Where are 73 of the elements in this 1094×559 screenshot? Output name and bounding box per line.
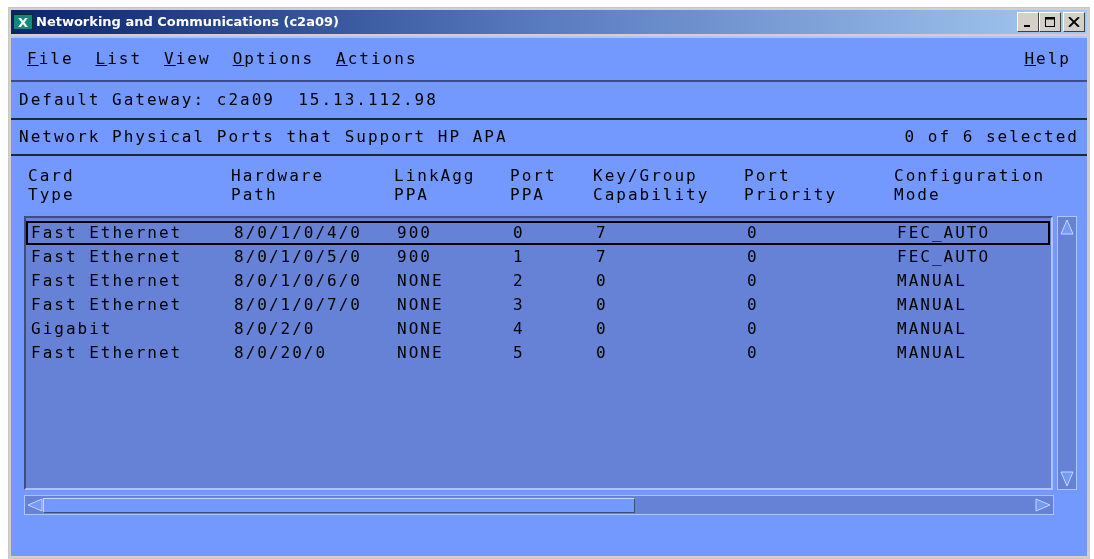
table-cell-text: 0 (747, 295, 760, 315)
table-cell-text: 0 (513, 223, 526, 243)
minimize-icon (1023, 24, 1030, 27)
column-header[interactable]: Hardware Path (231, 166, 325, 204)
table-cell-text: Fast Ethernet (31, 247, 184, 267)
table-cell-text: 0 (747, 319, 760, 339)
table-cell-text: 0 (747, 223, 760, 243)
port-row[interactable]: Fast Ethernet 8/0/1/0/7/0 NONE 3 0 0 MANUAL (26, 293, 1050, 317)
table-cell-text: FEC_AUTO (897, 223, 992, 243)
menu-item[interactable]: File (27, 47, 74, 71)
close-icon (1068, 17, 1080, 27)
menu-item[interactable]: View (164, 47, 211, 71)
column-header[interactable]: Port PPA (510, 166, 557, 204)
table-cell-text: 8/0/20/0 (234, 343, 329, 363)
table-cell-text: 8/0/1/0/4/0 (234, 223, 363, 243)
table-cell-text: 1 (513, 247, 526, 267)
table-cell-text: 0 (747, 247, 760, 267)
table-cell-text: 2 (513, 271, 526, 291)
menu-item[interactable]: List (95, 47, 143, 71)
table-cell-text: 900 (397, 247, 433, 267)
column-header[interactable]: Port Priority (744, 166, 838, 204)
table-cell-text: 900 (397, 223, 433, 243)
table-cell-text: Fast Ethernet (31, 223, 184, 243)
port-row[interactable]: Fast Ethernet 8/0/1/0/5/0 900 1 7 0 FEC_AUTO (26, 245, 1050, 269)
table-cell-text: 3 (513, 295, 526, 315)
table-cell-text: MANUAL (897, 295, 968, 315)
table-cell-text: 0 (596, 295, 609, 315)
section-title: Network Physical Ports that Support HP APA (19, 126, 508, 148)
column-header[interactable]: Key/Group Capability (593, 166, 710, 204)
table-cell-text: MANUAL (897, 271, 968, 291)
table-cell-text: 0 (596, 271, 609, 291)
table-cell-text: 8/0/1/0/6/0 (234, 271, 363, 291)
selection-count: 0 of 6 selected (904, 126, 1079, 148)
table-cell-text: 8/0/1/0/7/0 (234, 295, 363, 315)
port-row[interactable]: Fast Ethernet 8/0/1/0/4/0 900 0 7 0 FEC_AUTO (26, 221, 1050, 245)
table-cell-text: NONE (397, 295, 445, 315)
table-cell-text: Fast Ethernet (31, 271, 184, 291)
menu-item[interactable]: Actions (336, 47, 418, 71)
table-cell-text: 7 (596, 247, 609, 267)
menu-item[interactable]: Help (1024, 47, 1071, 71)
table-cell-text: NONE (397, 271, 445, 291)
table-cell-text: 0 (747, 343, 760, 363)
table-cell-text: Gigabit (31, 319, 114, 339)
table-cell-text: 5 (513, 343, 526, 363)
minimize-button[interactable] (1017, 12, 1039, 32)
window-title: Networking and Communications (c2a09) (36, 13, 339, 32)
table-cell-text: 0 (747, 271, 760, 291)
menu-item[interactable]: Options (232, 47, 315, 71)
table-cell-text: NONE (397, 343, 445, 363)
table-cell-text: Fast Ethernet (31, 343, 184, 363)
port-row[interactable]: Fast Ethernet 8/0/1/0/6/0 NONE 2 0 0 MANUAL (26, 269, 1050, 293)
table-cell-text: Fast Ethernet (31, 295, 184, 315)
close-button[interactable] (1063, 12, 1085, 32)
table-cell-text: FEC_AUTO (897, 247, 992, 267)
column-header[interactable]: Card Type (28, 166, 75, 204)
table-cell-text: 7 (596, 223, 609, 243)
port-row[interactable]: Fast Ethernet 8/0/20/0 NONE 5 0 0 MANUAL (26, 341, 1050, 365)
column-header[interactable]: Configuration Mode (894, 166, 1046, 204)
table-cell-text: 0 (596, 343, 609, 363)
table-cell-text: MANUAL (897, 343, 968, 363)
table-cell-text: 8/0/2/0 (234, 319, 317, 339)
table-cell-text: 8/0/1/0/5/0 (234, 247, 363, 267)
column-header[interactable]: LinkAgg PPA (394, 166, 476, 204)
gateway-label: Default Gateway: c2a09 15.13.112.98 (19, 89, 438, 111)
maximize-button[interactable] (1039, 12, 1061, 32)
app-icon: X (13, 14, 33, 30)
table-cell-text: 0 (596, 319, 609, 339)
table-cell-text: 4 (513, 319, 526, 339)
maximize-icon (1044, 17, 1056, 27)
table-cell-text: MANUAL (897, 319, 968, 339)
horizontal-scrollbar[interactable] (24, 495, 1054, 515)
table-cell-text: NONE (397, 319, 445, 339)
port-row[interactable]: Gigabit 8/0/2/0 NONE 4 0 0 MANUAL (26, 317, 1050, 341)
